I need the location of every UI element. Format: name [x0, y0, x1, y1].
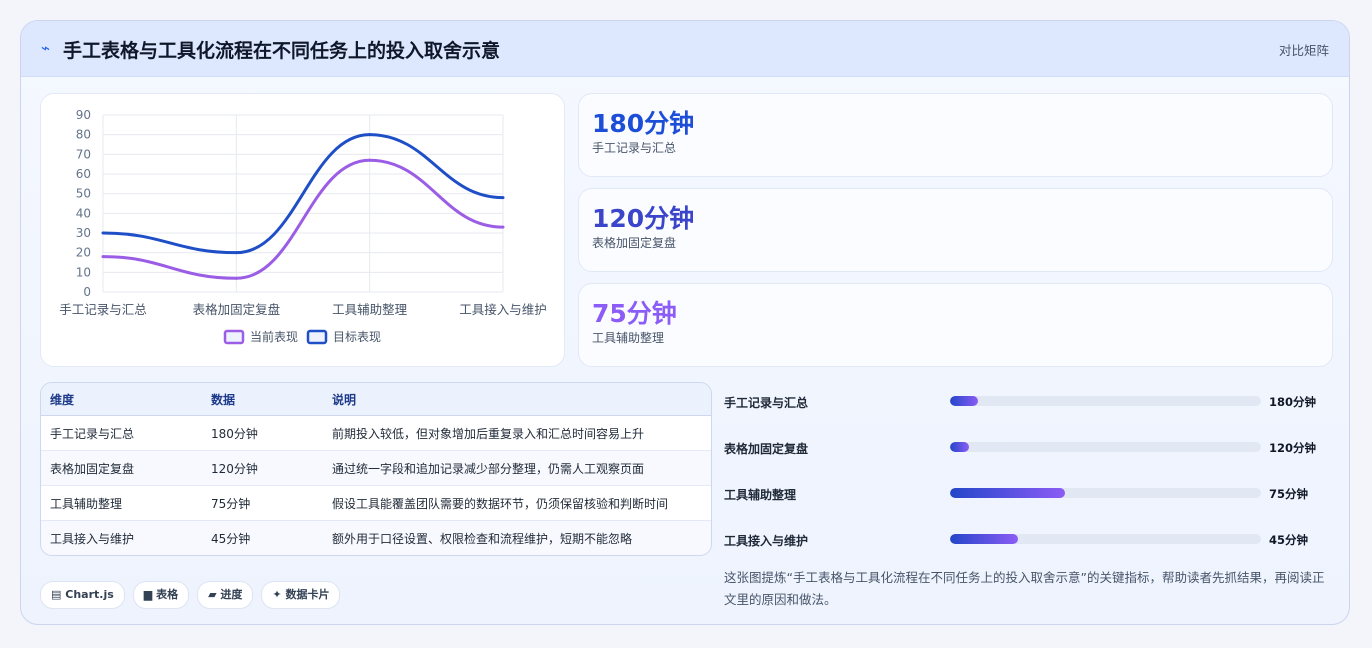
stat-label: 手工记录与汇总: [592, 141, 677, 155]
chip-label: 表格: [156, 588, 179, 601]
progress-track: [950, 534, 1261, 544]
y-tick-label: 10: [76, 265, 91, 279]
table-cell: 工具接入与维护: [41, 520, 202, 555]
table-header-row: 维度 数据 说明: [41, 383, 711, 416]
y-tick-label: 90: [76, 108, 91, 122]
progress-label: 工具接入与维护: [724, 534, 809, 548]
progress-track: [950, 442, 1261, 452]
data-point: [501, 225, 505, 229]
progress-value: 45分钟: [1269, 533, 1309, 547]
stat-value: 120分钟: [592, 204, 695, 233]
progress-value: 120分钟: [1269, 441, 1317, 455]
table-cell: 手工记录与汇总: [41, 415, 202, 451]
progress-value: 180分钟: [1269, 395, 1317, 409]
summary-text: 这张图提炼“手工表格与工具化流程在不同任务上的投入取舍示意”的关键指标，帮助读者…: [724, 570, 1325, 607]
table-row: 手工记录与汇总 180分钟 前期投入较低，但对象增加后重复录入和汇总时间容易上升: [41, 415, 711, 451]
stat-value: 180分钟: [592, 109, 695, 138]
progress-row: 手工记录与汇总 180分钟: [724, 392, 1334, 412]
table-cell: 通过统一字段和追加记录减少部分整理，仍需人工观察页面: [323, 450, 711, 486]
table-cell: 120分钟: [202, 450, 323, 486]
data-point: [101, 255, 105, 259]
table-cell: 假设工具能覆盖团队需要的数据环节，仍须保留核验和判断时间: [323, 485, 711, 521]
table-cell: 45分钟: [202, 520, 323, 555]
data-point: [234, 276, 238, 280]
line-chart: 0 10 20 30 40 50 60 70 80 90 手工记录与汇总 表格加固定复盘 工具辅助整理 工…: [59, 108, 547, 345]
column-header: 说明: [323, 383, 711, 416]
progress-row: 工具辅助整理 75分钟: [724, 484, 1334, 504]
progress-fill: [950, 442, 969, 452]
table-icon: ▆: [143, 588, 153, 601]
progress-row: 表格加固定复盘 120分钟: [724, 438, 1334, 458]
y-tick-label: 50: [76, 187, 91, 201]
column-header: 维度: [41, 383, 202, 416]
table-row: 工具辅助整理 75分钟 假设工具能覆盖团队需要的数据环节，仍须保留核验和判断时间: [41, 485, 711, 521]
table-cell: 工具辅助整理: [41, 485, 202, 521]
table-cell: 额外用于口径设置、权限检查和流程维护，短期不能忽略: [323, 520, 711, 555]
page-title: 手工表格与工具化流程在不同任务上的投入取舍示意: [63, 40, 501, 62]
progress-track: [950, 488, 1261, 498]
table-cell: 前期投入较低，但对象增加后重复录入和汇总时间容易上升: [323, 415, 711, 451]
tag-chips: ▤ Chart.js ▆ 表格 ▰ 进度 ✦ 数据卡片: [40, 581, 341, 609]
stat-label: 工具辅助整理: [592, 331, 665, 345]
stat-card-2: 120分钟 表格加固定复盘: [578, 188, 1333, 272]
table-cell: 75分钟: [202, 485, 323, 521]
stat-card-3: 75分钟 工具辅助整理: [578, 283, 1333, 367]
stat-label: 表格加固定复盘: [592, 236, 677, 250]
chip-label: 进度: [220, 588, 243, 601]
x-tick-label: 工具接入与维护: [459, 302, 547, 317]
data-table: 维度 数据 说明 手工记录与汇总 180分钟 前期投入较低，但对象增加后重复录入…: [41, 383, 711, 555]
progress-value: 75分钟: [1269, 487, 1309, 501]
x-tick-label: 手工记录与汇总: [59, 302, 147, 317]
progress-label: 表格加固定复盘: [724, 442, 809, 456]
legend-label: 当前表现: [250, 329, 298, 344]
y-tick-label: 20: [76, 246, 91, 260]
data-point: [234, 251, 238, 255]
legend-swatch: [223, 329, 245, 345]
progress-icon: ▰: [208, 588, 217, 601]
chip-data-cards[interactable]: ✦ 数据卡片: [261, 581, 341, 609]
chip-chartjs[interactable]: ▤ Chart.js: [40, 581, 125, 609]
legend-swatch: [306, 329, 328, 345]
column-header: 数据: [202, 383, 323, 416]
progress-fill: [950, 396, 978, 406]
series-line: [102, 158, 504, 280]
progress-track: [950, 396, 1261, 406]
data-point: [368, 158, 372, 162]
progress-label: 手工记录与汇总: [724, 396, 809, 410]
y-tick-label: 40: [76, 206, 91, 220]
data-table-card: 维度 数据 说明 手工记录与汇总 180分钟 前期投入较低，但对象增加后重复录入…: [40, 382, 712, 556]
chip-label: 数据卡片: [285, 588, 330, 601]
legend-label: 目标表现: [333, 330, 381, 344]
stat-value: 75分钟: [592, 299, 677, 328]
chip-table[interactable]: ▆ 表格: [132, 581, 190, 609]
line-chart-card: 0 10 20 30 40 50 60 70 80 90 手工记录与汇总 表格加固定复盘 工具辅助整理 工…: [40, 93, 565, 367]
y-tick-label: 0: [83, 285, 91, 299]
y-tick-label: 60: [76, 167, 91, 181]
x-tick-label: 工具辅助整理: [332, 302, 408, 317]
chip-label: Chart.js: [65, 588, 114, 601]
table-row: 表格加固定复盘 120分钟 通过统一字段和追加记录减少部分整理，仍需人工观察页面: [41, 450, 711, 486]
table-cell: 180分钟: [202, 415, 323, 451]
chip-progress[interactable]: ▰ 进度: [197, 581, 254, 609]
comparison-panel: ⌁ 手工表格与工具化流程在不同任务上的投入取舍示意 对比矩阵 0 10 20 30 40…: [20, 20, 1350, 625]
progress-fill: [950, 488, 1066, 498]
sparkle-icon: ✦: [272, 588, 282, 601]
data-point: [501, 196, 505, 200]
y-tick-label: 70: [76, 147, 91, 161]
table-row: 工具接入与维护 45分钟 额外用于口径设置、权限检查和流程维护，短期不能忽略: [41, 520, 711, 555]
table-cell: 表格加固定复盘: [41, 450, 202, 486]
progress-row: 工具接入与维护 45分钟: [724, 530, 1334, 550]
y-tick-label: 80: [76, 128, 91, 142]
panel-header: ⌁ 手工表格与工具化流程在不同任务上的投入取舍示意 对比矩阵: [21, 21, 1349, 77]
stat-card-1: 180分钟 手工记录与汇总: [578, 93, 1333, 177]
view-label: 对比矩阵: [1278, 43, 1329, 58]
x-tick-label: 表格加固定复盘: [193, 302, 281, 317]
data-point: [101, 231, 105, 235]
data-point: [368, 133, 372, 137]
spark-icon: ⌁: [41, 39, 51, 57]
chart-icon: ▤: [51, 588, 62, 601]
progress-label: 工具辅助整理: [724, 488, 797, 502]
y-tick-label: 30: [76, 226, 91, 240]
progress-fill: [950, 534, 1019, 544]
